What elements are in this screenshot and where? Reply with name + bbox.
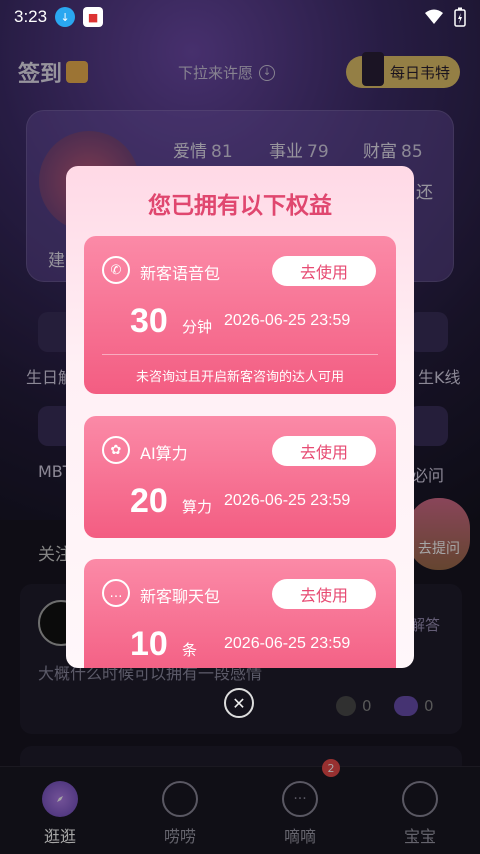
app-notification-icon: ■ [83,7,104,27]
benefit-amount: 30 [130,302,168,340]
benefit-unit: 分钟 [182,318,213,336]
benefit-name: 新客聊天包 [140,587,221,606]
download-icon: ↓ [55,7,76,27]
use-chat-button[interactable]: 去使用 [272,579,376,609]
close-icon[interactable]: ✕ [224,688,254,718]
benefit-name: AI算力 [140,444,188,463]
benefit-expiry: 2026-06-25 23:59 [224,312,351,329]
benefit-unit: 算力 [182,498,213,516]
chat-icon: … [102,579,130,607]
benefits-modal: 您已拥有以下权益 ✆ 新客语音包 去使用 30 分钟 2026-06-25 23… [66,166,414,668]
battery-icon [454,7,466,27]
benefit-note: 未咨询过且开启新客咨询的达人可用 [135,370,344,385]
benefit-amount: 10 [130,625,168,663]
benefit-name: 新客语音包 [140,264,221,283]
benefit-expiry: 2026-06-25 23:59 [224,492,351,509]
benefit-card-voice: ✆ 新客语音包 去使用 30 分钟 2026-06-25 23:59 未咨询过且… [84,236,396,394]
benefit-card-ai: ✿ AI算力 去使用 20 算力 2026-06-25 23:59 [84,416,396,538]
modal-title: 您已拥有以下权益 [148,193,332,219]
phone-icon: ✆ [102,256,130,284]
benefit-unit: 条 [182,641,198,659]
benefit-expiry: 2026-06-25 23:59 [224,635,351,652]
status-time: 3:23 [14,7,48,26]
benefit-card-chat: … 新客聊天包 去使用 10 条 2026-06-25 23:59 [84,559,396,668]
use-ai-button[interactable]: 去使用 [272,436,376,466]
ai-robot-icon: ✿ [102,436,130,464]
benefit-amount: 20 [130,482,168,520]
status-bar: 3:23 ↓ ■ [0,0,480,34]
divider [102,354,378,355]
use-voice-button[interactable]: 去使用 [272,256,376,286]
wifi-icon [425,9,443,24]
